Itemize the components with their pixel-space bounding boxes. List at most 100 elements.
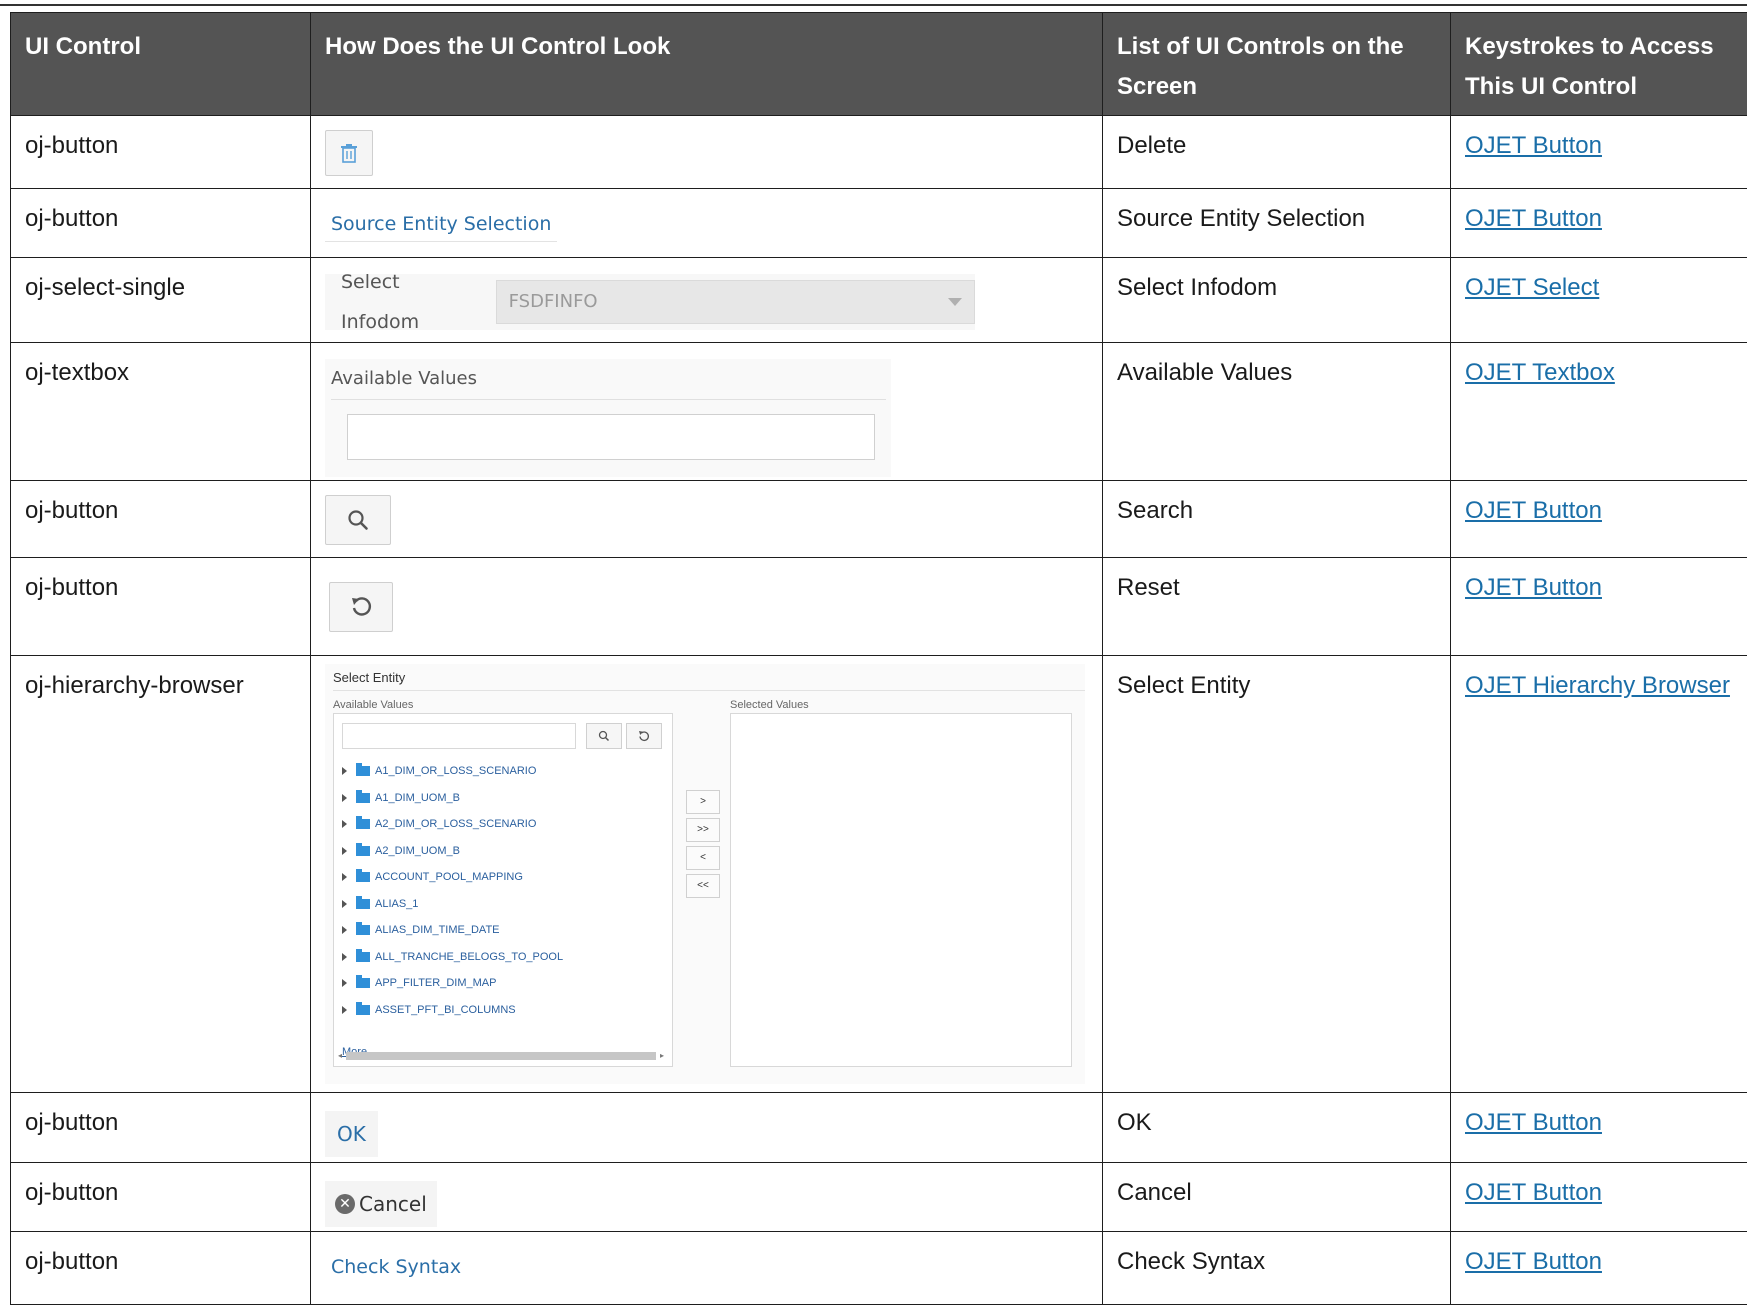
control-type: oj-button [10, 480, 311, 558]
caret-right-icon[interactable] [342, 820, 347, 829]
ui-controls-table: UI Control How Does the UI Control Look … [10, 12, 1747, 1305]
table-row: oj-hierarchy-browser Select Entity Avail… [10, 655, 1747, 1093]
keystroke-link[interactable]: OJET Button [1465, 1179, 1602, 1206]
folder-icon [356, 842, 370, 856]
look-cell: Select Entity Available Values Selected … [310, 655, 1103, 1093]
control-name: Select Entity [1102, 655, 1451, 1093]
keystroke-cell: OJET Button [1450, 480, 1747, 558]
hb-search-button[interactable] [586, 723, 622, 749]
delete-button[interactable] [325, 130, 373, 176]
tree-item-label: ASSET_PFT_BI_COLUMNS [375, 1003, 516, 1016]
table-row: oj-button ✕ Cancel Cancel OJET Button [10, 1162, 1747, 1232]
available-values-input[interactable] [347, 414, 875, 460]
folder-icon [356, 948, 370, 962]
control-name: Available Values [1102, 342, 1451, 481]
keystroke-link[interactable]: OJET Button [1465, 497, 1602, 524]
table-row: oj-button Reset OJET Button [10, 557, 1747, 656]
move-all-left-button[interactable]: << [686, 874, 720, 898]
move-left-button[interactable]: < [686, 846, 720, 870]
hb-tree: A1_DIM_OR_LOSS_SCENARIO A1_DIM_UOM_B A2_… [342, 758, 563, 1023]
ok-button[interactable]: OK [325, 1111, 378, 1157]
look-cell: Check Syntax [310, 1231, 1103, 1305]
control-name: Search [1102, 480, 1451, 558]
control-name: Cancel [1102, 1162, 1451, 1232]
folder-icon [356, 1001, 370, 1015]
control-type: oj-button [10, 1092, 311, 1163]
control-name: Select Infodom [1102, 257, 1451, 343]
control-type: oj-button [10, 1162, 311, 1232]
caret-right-icon[interactable] [342, 846, 347, 855]
control-name: Reset [1102, 557, 1451, 656]
control-type: oj-button [10, 115, 311, 189]
control-type: oj-textbox [10, 342, 311, 481]
reset-button[interactable] [329, 582, 393, 632]
cancel-button[interactable]: ✕ Cancel [325, 1181, 437, 1227]
control-name: Check Syntax [1102, 1231, 1451, 1305]
tree-item[interactable]: ASSET_PFT_BI_COLUMNS [342, 997, 563, 1024]
look-cell [310, 480, 1103, 558]
keystroke-cell: OJET Button [1450, 1092, 1747, 1163]
available-values-panel: A1_DIM_OR_LOSS_SCENARIO A1_DIM_UOM_B A2_… [333, 713, 673, 1067]
caret-right-icon[interactable] [342, 979, 347, 988]
caret-right-icon[interactable] [342, 952, 347, 961]
keystroke-link[interactable]: OJET Button [1465, 205, 1602, 232]
keystroke-cell: OJET Hierarchy Browser [1450, 655, 1747, 1093]
folder-icon [356, 816, 370, 830]
search-icon [348, 510, 368, 530]
infodom-select[interactable]: FSDFINFO [495, 280, 975, 324]
source-entity-selection-button[interactable]: Source Entity Selection [325, 203, 558, 242]
caret-right-icon[interactable] [342, 873, 347, 882]
look-cell [310, 115, 1103, 189]
available-values-sample: Available Values [325, 359, 891, 477]
keystroke-link[interactable]: OJET Hierarchy Browser [1465, 672, 1730, 699]
hb-reset-button[interactable] [626, 723, 662, 749]
keystroke-cell: OJET Button [1450, 1231, 1747, 1305]
scrollbar-thumb[interactable] [346, 1052, 657, 1060]
hierarchy-browser-title: Select Entity [333, 670, 406, 685]
keystroke-link[interactable]: OJET Button [1465, 1109, 1602, 1136]
keystroke-cell: OJET Button [1450, 115, 1747, 189]
keystroke-link[interactable]: OJET Button [1465, 574, 1602, 601]
control-type: oj-hierarchy-browser [10, 655, 311, 1093]
keystroke-link[interactable]: OJET Button [1465, 132, 1602, 159]
caret-right-icon[interactable] [342, 926, 347, 935]
keystroke-link[interactable]: OJET Textbox [1465, 359, 1615, 386]
move-all-right-button[interactable]: >> [686, 818, 720, 842]
scroll-right-icon[interactable]: ▸ [660, 1036, 664, 1076]
keystroke-link[interactable]: OJET Select [1465, 274, 1599, 301]
selected-values-panel [730, 713, 1072, 1067]
look-cell: Source Entity Selection [310, 188, 1103, 258]
search-icon [598, 730, 610, 742]
infodom-select-sample: Select Infodom FSDFINFO [325, 271, 975, 333]
table-row: oj-button Delete OJET Button [10, 115, 1747, 189]
top-rule [0, 4, 1747, 6]
reset-icon [352, 597, 371, 616]
folder-icon [356, 922, 370, 936]
control-type: oj-button [10, 557, 311, 656]
check-syntax-button[interactable]: Check Syntax [325, 1246, 467, 1284]
scroll-left-icon[interactable]: ◂ [338, 1036, 342, 1076]
control-name: OK [1102, 1092, 1451, 1163]
keystroke-link[interactable]: OJET Button [1465, 1248, 1602, 1275]
keystroke-cell: OJET Button [1450, 557, 1747, 656]
table-row: oj-button Check Syntax Check Syntax OJET… [10, 1231, 1747, 1305]
hb-search-input[interactable] [342, 723, 576, 749]
look-cell: Select Infodom FSDFINFO [310, 257, 1103, 343]
control-type: oj-button [10, 188, 311, 258]
trash-icon [341, 144, 357, 163]
folder-icon [356, 869, 370, 883]
available-values-label: Available Values [333, 699, 414, 711]
horizontal-scrollbar[interactable]: ◂ ▸ [338, 1050, 668, 1062]
caret-right-icon[interactable] [342, 793, 347, 802]
control-name: Source Entity Selection [1102, 188, 1451, 258]
select-infodom-label: Select Infodom [341, 271, 420, 333]
search-button[interactable] [325, 495, 391, 545]
caret-right-icon[interactable] [342, 899, 347, 908]
table-row: oj-select-single Select Infodom FSDFINFO… [10, 257, 1747, 343]
keystroke-cell: OJET Select [1450, 257, 1747, 343]
caret-right-icon[interactable] [342, 767, 347, 776]
folder-icon [356, 895, 370, 909]
chevron-down-icon [948, 298, 962, 306]
move-right-button[interactable]: > [686, 790, 720, 814]
caret-right-icon[interactable] [342, 1005, 347, 1014]
